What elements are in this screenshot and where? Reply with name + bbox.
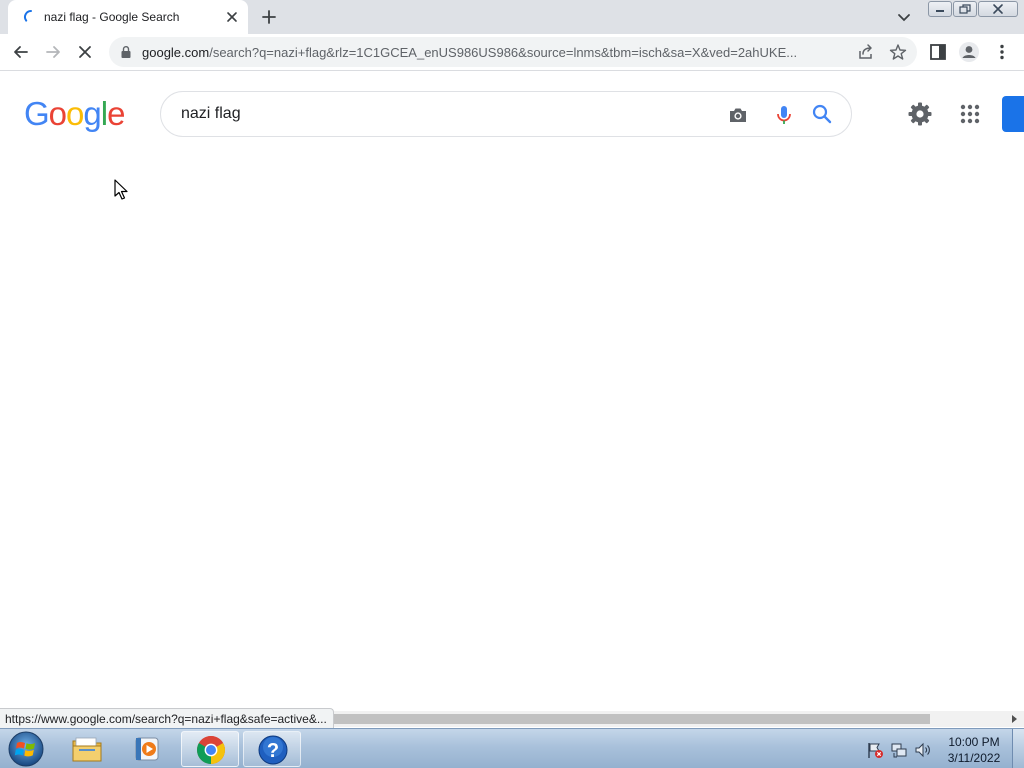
stop-loading-icon[interactable] <box>75 42 95 62</box>
url-path: /search?q=nazi+flag&rlz=1C1GCEA_enUS986U… <box>209 45 798 60</box>
show-desktop-button[interactable] <box>1012 729 1024 768</box>
clock-time: 10:00 PM <box>948 735 1000 749</box>
search-icon[interactable] <box>811 103 833 125</box>
browser-tab[interactable]: nazi flag - Google Search <box>8 0 248 34</box>
taskbar: ? 10:00 PM 3/11/2022 <box>0 728 1024 768</box>
screen: nazi flag - Google Search google.com/sea… <box>0 0 1024 768</box>
camera-icon[interactable] <box>727 104 749 126</box>
back-arrow-icon[interactable] <box>11 42 31 62</box>
logo-letter: g <box>83 95 101 132</box>
microphone-icon[interactable] <box>773 103 795 127</box>
bookmark-star-icon[interactable] <box>889 43 907 61</box>
profile-avatar-icon[interactable] <box>958 41 980 63</box>
close-tab-icon[interactable] <box>224 9 240 25</box>
url-host: google.com <box>142 45 210 60</box>
lock-icon[interactable] <box>120 45 132 59</box>
chrome-icon <box>197 736 225 764</box>
search-box[interactable]: nazi flag <box>160 91 852 137</box>
apps-grid-icon[interactable] <box>958 102 982 126</box>
status-bubble: https://www.google.com/search?q=nazi+fla… <box>0 708 334 728</box>
logo-letter: G <box>24 95 50 132</box>
share-icon[interactable] <box>857 43 875 61</box>
side-panel-icon[interactable] <box>928 42 948 62</box>
tab-strip: nazi flag - Google Search <box>0 0 1024 34</box>
logo-letter: o <box>66 95 84 132</box>
google-logo[interactable]: Google <box>24 95 125 133</box>
network-icon[interactable] <box>890 741 908 759</box>
tab-title: nazi flag - Google Search <box>44 10 180 24</box>
folder-icon <box>72 737 102 762</box>
media-player-icon <box>135 737 159 761</box>
logo-letter: e <box>107 95 125 132</box>
taskbar-chrome-button[interactable] <box>181 731 239 767</box>
loading-spinner-icon <box>24 10 32 22</box>
windows-start-icon[interactable] <box>6 730 46 768</box>
sign-in-button[interactable] <box>1002 96 1024 132</box>
browser-toolbar: google.com/search?q=nazi+flag&rlz=1C1GCE… <box>0 34 1024 71</box>
taskbar-explorer-button[interactable] <box>58 731 116 767</box>
more-menu-icon[interactable] <box>992 42 1012 62</box>
svg-text:?: ? <box>267 740 279 762</box>
address-bar[interactable]: google.com/search?q=nazi+flag&rlz=1C1GCE… <box>109 37 917 67</box>
url-text[interactable]: google.com/search?q=nazi+flag&rlz=1C1GCE… <box>142 45 832 60</box>
taskbar-help-button[interactable]: ? <box>243 731 301 767</box>
search-input[interactable]: nazi flag <box>181 105 241 123</box>
window-close-button[interactable] <box>978 1 1018 17</box>
taskbar-clock[interactable]: 10:00 PM 3/11/2022 <box>938 734 1010 766</box>
forward-arrow-icon[interactable] <box>43 42 63 62</box>
new-tab-icon[interactable] <box>259 7 279 27</box>
speaker-icon[interactable] <box>914 741 932 759</box>
restore-button[interactable] <box>953 1 977 17</box>
minimize-button[interactable] <box>928 1 952 17</box>
action-center-flag-icon[interactable] <box>866 741 884 759</box>
scroll-right-arrow-icon[interactable] <box>1010 715 1018 723</box>
help-icon: ? <box>258 735 288 765</box>
taskbar-media-player-button[interactable] <box>118 731 176 767</box>
chevron-down-icon[interactable] <box>896 9 912 25</box>
gear-icon[interactable] <box>907 101 933 127</box>
clock-date: 3/11/2022 <box>947 751 1001 765</box>
mouse-cursor-icon <box>114 179 128 200</box>
logo-letter: o <box>48 95 67 132</box>
